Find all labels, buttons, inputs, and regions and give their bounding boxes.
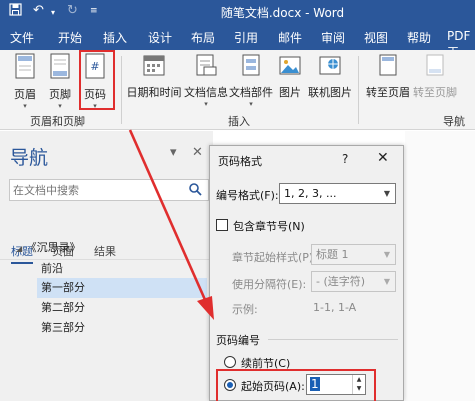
goto-header-icon	[366, 53, 410, 80]
header-button-label: 页眉	[14, 88, 36, 101]
header-icon	[8, 53, 42, 82]
tab-insert[interactable]: 插入	[103, 29, 127, 46]
doc-info-dropdown-icon: ▾	[204, 100, 208, 108]
nav-pane-options-icon[interactable]: ▾	[170, 145, 177, 160]
page-numbering-section-title: 页码编号	[216, 334, 260, 347]
heading-root-label: 《沉思录》	[25, 241, 81, 254]
page-number-format-dialog: 页码格式 ? ✕ 编号格式(F): 1, 2, 3, ... ▼ 包含章节号(N…	[209, 145, 404, 401]
ribbon: 页眉 ▾ 页脚 ▾ # 页码 ▾ 页眉和页脚 日期和时间 文档信息 ▾ 文档部件…	[0, 50, 475, 130]
tab-design[interactable]: 设计	[148, 29, 172, 46]
quick-parts-button[interactable]: 文档部件 ▾	[229, 53, 273, 108]
nav-search-box[interactable]	[9, 179, 209, 201]
separator-value: - (连字符)	[316, 275, 366, 288]
goto-header-button[interactable]: 转至页眉	[366, 53, 410, 100]
navigation-pane: 导航 ▾ ✕ 标题 页面 结果 ◢ 《沉思录》 前沿 第一部分 第二部分 第三部…	[0, 131, 213, 401]
calendar-icon	[126, 53, 182, 80]
date-time-button[interactable]: 日期和时间	[126, 53, 182, 100]
date-time-label: 日期和时间	[126, 86, 182, 99]
group-divider	[121, 56, 122, 124]
heading-item[interactable]: 第二部分	[37, 298, 207, 318]
pictures-button[interactable]: 图片	[275, 53, 305, 100]
section-divider	[268, 339, 398, 340]
heading-item-selected[interactable]: 第一部分	[37, 278, 207, 298]
separator-label: 使用分隔符(E):	[232, 278, 307, 291]
page-number-highlight	[79, 50, 115, 110]
navigation-group-label: 导航	[443, 115, 465, 128]
chevron-down-icon[interactable]: ▼	[379, 272, 395, 291]
group-divider	[358, 56, 359, 124]
online-pictures-label: 联机图片	[308, 86, 352, 99]
tab-references[interactable]: 引用	[234, 29, 258, 46]
document-info-icon	[184, 53, 228, 80]
start-at-highlight	[216, 369, 376, 401]
close-icon[interactable]: ✕	[377, 150, 389, 166]
search-icon[interactable]	[188, 182, 204, 201]
tab-review[interactable]: 审阅	[321, 29, 345, 46]
number-format-value: 1, 2, 3, ...	[284, 187, 337, 200]
chapter-style-label: 章节起始样式(P)	[232, 251, 314, 264]
header-dropdown-icon: ▾	[23, 102, 27, 110]
tab-help[interactable]: 帮助	[407, 29, 431, 46]
tab-view[interactable]: 视图	[364, 29, 388, 46]
collapse-triangle-icon[interactable]: ◢	[16, 244, 22, 253]
ribbon-tabs: 文件 开始 插入 设计 布局 引用 邮件 审阅 视图 帮助 PDF工	[0, 24, 475, 59]
chevron-down-icon[interactable]: ▼	[379, 245, 395, 264]
quick-parts-label: 文档部件	[229, 86, 273, 99]
chevron-down-icon[interactable]: ▼	[379, 184, 395, 203]
heading-tree-root[interactable]: ◢ 《沉思录》	[16, 238, 206, 258]
footer-button-label: 页脚	[49, 88, 71, 101]
include-chapter-checkbox[interactable]	[216, 219, 228, 231]
separator-select[interactable]: - (连字符) ▼	[311, 271, 396, 292]
tab-mailings[interactable]: 邮件	[278, 29, 302, 46]
footer-button[interactable]: 页脚 ▾	[45, 53, 75, 110]
footer-dropdown-icon: ▾	[58, 102, 62, 110]
document-margin	[405, 131, 475, 401]
nav-pane-title: 导航	[10, 147, 49, 169]
footer-icon	[45, 53, 75, 82]
continue-radio[interactable]	[224, 356, 236, 368]
heading-item[interactable]: 前沿	[37, 259, 207, 279]
picture-icon	[275, 53, 305, 80]
online-picture-icon	[308, 53, 352, 80]
number-format-select[interactable]: 1, 2, 3, ... ▼	[279, 183, 396, 204]
include-chapter-label: 包含章节号(N)	[233, 220, 305, 233]
header-button[interactable]: 页眉 ▾	[8, 53, 42, 110]
nav-search-input[interactable]	[10, 180, 180, 200]
title-bar: ↶ ▾ ↻ ≡ 随笔文档.docx - Word	[0, 0, 475, 24]
pictures-label: 图片	[279, 86, 301, 99]
example-value: 1-1, 1-A	[313, 301, 357, 314]
online-pictures-button[interactable]: 联机图片	[308, 53, 352, 100]
goto-footer-icon	[413, 53, 457, 80]
chapter-style-value: 标题 1	[316, 248, 349, 261]
window-title: 随笔文档.docx - Word	[220, 6, 345, 20]
tab-file[interactable]: 文件	[10, 29, 34, 46]
doc-info-button[interactable]: 文档信息 ▾	[184, 53, 228, 108]
number-format-label: 编号格式(F):	[216, 189, 279, 202]
doc-info-label: 文档信息	[184, 86, 228, 99]
chapter-style-select[interactable]: 标题 1 ▼	[311, 244, 396, 265]
quick-parts-dropdown-icon: ▾	[249, 100, 253, 108]
goto-footer-button[interactable]: 转至页脚	[413, 53, 457, 100]
goto-footer-label: 转至页脚	[413, 86, 457, 99]
tab-home[interactable]: 开始	[58, 29, 82, 46]
goto-header-label: 转至页眉	[366, 86, 410, 99]
dialog-title: 页码格式	[218, 155, 262, 168]
tab-layout[interactable]: 布局	[191, 29, 215, 46]
header-footer-group-label: 页眉和页脚	[30, 115, 85, 128]
heading-item[interactable]: 第三部分	[37, 318, 207, 338]
example-label: 示例:	[232, 303, 258, 316]
insert-group-label: 插入	[228, 115, 250, 128]
quick-parts-icon	[229, 53, 273, 80]
help-icon[interactable]: ?	[342, 152, 348, 166]
nav-pane-close-icon[interactable]: ✕	[192, 145, 203, 160]
